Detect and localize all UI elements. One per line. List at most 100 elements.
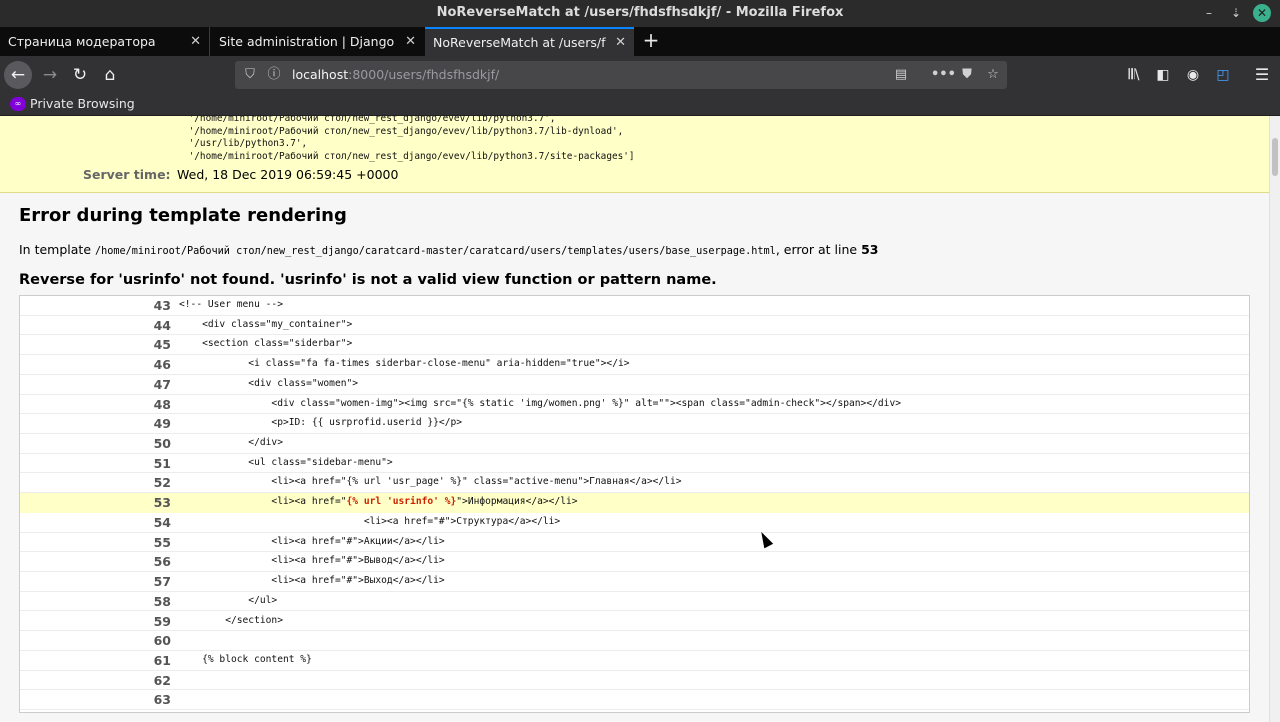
library-icon[interactable]: 𝄃𝄃\ bbox=[1121, 61, 1147, 89]
line-code: <div class="women-img"><img src="{% stat… bbox=[179, 397, 901, 409]
tab-strip: Страница модератора ✕ Site administratio… bbox=[0, 27, 1280, 56]
template-location: In template /home/miniroot/Рабочий стол/… bbox=[19, 242, 878, 257]
source-line: 50 </div> bbox=[20, 434, 1249, 454]
line-number: 43 bbox=[153, 298, 171, 313]
tab-noreversematch[interactable]: NoReverseMatch at /users/fhdsfhsdkjf/ ✕ bbox=[425, 27, 634, 56]
navigation-toolbar: ← → ↻ ⌂ ⛉ ⓘ localhost:8000/users/fhdsfhs… bbox=[0, 56, 1280, 94]
line-number: 56 bbox=[153, 554, 171, 570]
tracking-shield-icon[interactable]: ⛉ bbox=[241, 61, 259, 89]
source-line: 59 </section> bbox=[20, 612, 1249, 632]
tab-close-icon[interactable]: ✕ bbox=[405, 27, 416, 56]
line-code: <li><a href="#">Выход</a></li> bbox=[179, 575, 445, 587]
window-title: NoReverseMatch at /users/fhdsfhsdkjf/ - … bbox=[436, 5, 844, 20]
account-icon[interactable]: ◉ bbox=[1180, 61, 1206, 89]
source-line: 49 <p>ID: {{ usrprofid.userid }}</p> bbox=[20, 414, 1249, 434]
reader-view-icon[interactable]: ▤ bbox=[891, 61, 911, 89]
back-button[interactable]: ← bbox=[4, 61, 32, 89]
source-line: 44 <div class="my_container"> bbox=[20, 316, 1249, 336]
template-path: /home/miniroot/Рабочий стол/new_rest_dja… bbox=[95, 246, 776, 257]
url-path: :8000/users/fhdsfhsdkjf/ bbox=[348, 67, 500, 82]
line-code: </section> bbox=[179, 614, 283, 626]
error-line-number: 53 bbox=[861, 242, 879, 257]
line-number: 51 bbox=[153, 455, 171, 471]
source-line: 57 <li><a href="#">Выход</a></li> bbox=[20, 572, 1249, 592]
line-number: 49 bbox=[153, 416, 171, 432]
line-code: <li><a href="#">Акции</a></li> bbox=[179, 535, 445, 547]
tab-moderator-page[interactable]: Страница модератора ✕ bbox=[0, 27, 210, 56]
request-meta-section: '/home/miniroot/Рабочий стол/new_rest_dj… bbox=[0, 116, 1269, 193]
forward-button[interactable]: → bbox=[36, 61, 64, 89]
line-number: 60 bbox=[153, 633, 171, 649]
close-icon[interactable]: ✕ bbox=[1253, 4, 1271, 22]
home-button[interactable]: ⌂ bbox=[96, 61, 124, 89]
private-browsing-label: Private Browsing bbox=[30, 96, 135, 111]
source-line: 62 bbox=[20, 671, 1249, 691]
source-line: 52 <li><a href="{% url 'usr_page' %}" cl… bbox=[20, 473, 1249, 494]
reload-button[interactable]: ↻ bbox=[66, 61, 94, 89]
line-code: <li><a href="{% url 'usrinfo' %}">Информ… bbox=[179, 496, 577, 508]
page-scrollbar[interactable] bbox=[1269, 116, 1280, 722]
url-bar[interactable]: ⛉ ⓘ localhost:8000/users/fhdsfhsdkjf/ ▤ … bbox=[235, 61, 1007, 89]
source-line: 46 <i class="fa fa-times siderbar-close-… bbox=[20, 355, 1249, 375]
line-code: <div class="my_container"> bbox=[179, 318, 353, 330]
scrollbar-thumb[interactable] bbox=[1272, 138, 1278, 176]
page-actions-icon[interactable]: ••• bbox=[931, 61, 956, 89]
source-line: 51 <ul class="sidebar-menu"> bbox=[20, 454, 1249, 474]
line-code: {% block content %} bbox=[179, 653, 312, 665]
bookmark-star-icon[interactable]: ☆ bbox=[983, 61, 1003, 89]
source-line: 55 <li><a href="#">Акции</a></li> bbox=[20, 533, 1249, 553]
maximize-icon[interactable]: ⇣ bbox=[1227, 4, 1245, 22]
page-viewport: '/home/miniroot/Рабочий стол/new_rest_dj… bbox=[0, 116, 1269, 722]
tab-site-administration[interactable]: Site administration | Django site admin … bbox=[211, 27, 424, 56]
line-code: </div> bbox=[179, 437, 283, 449]
line-number: 48 bbox=[153, 396, 171, 412]
private-browsing-bar: ∞ Private Browsing bbox=[0, 94, 1280, 116]
private-browsing-icon: ∞ bbox=[10, 97, 26, 111]
error-at-line-label: , error at line bbox=[775, 242, 858, 257]
source-line-error: 53 <li><a href="{% url 'usrinfo' %}">Инф… bbox=[20, 493, 1249, 513]
url-text[interactable]: localhost:8000/users/fhdsfhsdkjf/ bbox=[292, 61, 499, 89]
line-code: <li><a href="#">Вывод</a></li> bbox=[179, 555, 445, 567]
line-number: 45 bbox=[153, 337, 171, 353]
in-template-label: In template bbox=[19, 242, 92, 257]
line-code: <li><a href="{% url 'usr_page' %}" class… bbox=[179, 476, 682, 488]
source-line: 58 </ul> bbox=[20, 592, 1249, 612]
line-number: 61 bbox=[153, 652, 171, 668]
line-code: <section class="siderbar"> bbox=[179, 338, 353, 350]
error-token: {% url 'usrinfo' %} bbox=[346, 496, 457, 508]
line-code: <li><a href="#">Структура</a></li> bbox=[179, 515, 561, 527]
pocket-icon[interactable]: ⛊ bbox=[957, 61, 977, 89]
server-time-label: Server time: bbox=[83, 167, 171, 182]
line-code: </ul> bbox=[179, 594, 278, 606]
line-code: <i class="fa fa-times siderbar-close-men… bbox=[179, 358, 630, 370]
line-number: 52 bbox=[153, 475, 171, 491]
tab-close-icon[interactable]: ✕ bbox=[190, 27, 201, 56]
line-number: 62 bbox=[153, 672, 171, 688]
site-info-icon[interactable]: ⓘ bbox=[265, 61, 283, 89]
source-line: 47 <div class="women"> bbox=[20, 375, 1249, 395]
hamburger-menu-icon[interactable]: ☰ bbox=[1249, 61, 1275, 89]
line-number: 50 bbox=[153, 436, 171, 452]
tab-label: Страница модератора bbox=[8, 34, 156, 49]
error-heading: Error during template rendering bbox=[19, 205, 347, 226]
sidebar-icon[interactable]: ◧ bbox=[1150, 61, 1176, 89]
line-number: 59 bbox=[153, 613, 171, 629]
source-line: 45 <section class="siderbar"> bbox=[20, 335, 1249, 356]
template-error-section: Error during template rendering In templ… bbox=[0, 193, 1269, 722]
line-number: 53 bbox=[153, 495, 171, 511]
new-tab-button[interactable]: + bbox=[640, 27, 662, 56]
line-number: 54 bbox=[153, 514, 171, 530]
tab-label: NoReverseMatch at /users/fhdsfhsdkjf/ bbox=[433, 35, 606, 50]
tab-close-icon[interactable]: ✕ bbox=[615, 29, 626, 56]
source-line: 54 <li><a href="#">Структура</a></li> bbox=[20, 513, 1249, 533]
minimize-icon[interactable]: – bbox=[1200, 4, 1218, 22]
line-number: 63 bbox=[153, 692, 171, 708]
line-number: 57 bbox=[153, 574, 171, 590]
code-before-error: <li><a href=" bbox=[179, 496, 347, 508]
line-code: <ul class="sidebar-menu"> bbox=[179, 456, 393, 468]
screenshot-icon[interactable]: ◰ bbox=[1210, 61, 1236, 89]
source-line: 60 bbox=[20, 631, 1249, 651]
line-code: <p>ID: {{ usrprofid.userid }}</p> bbox=[179, 417, 463, 429]
source-line: 48 <div class="women-img"><img src="{% s… bbox=[20, 395, 1249, 415]
line-number: 46 bbox=[153, 357, 171, 373]
